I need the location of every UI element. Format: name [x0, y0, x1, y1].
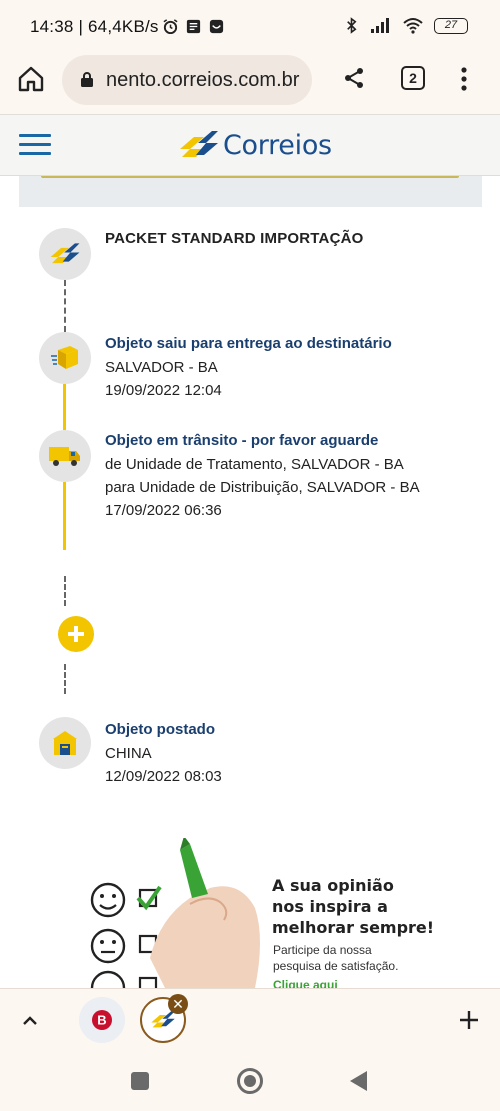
- banner-headline: A sua opinião: [272, 876, 394, 895]
- recents-button[interactable]: [131, 1072, 149, 1090]
- truck-icon: [39, 430, 91, 482]
- app-icon: [209, 19, 224, 34]
- event-location: SALVADOR - BA: [105, 359, 218, 376]
- banner-link[interactable]: Clique aqui: [273, 978, 338, 988]
- home-icon[interactable]: [16, 64, 46, 94]
- expand-events-button[interactable]: [58, 616, 94, 652]
- status-system-icons: 27: [343, 17, 468, 34]
- banner-headline: melhorar sempre!: [272, 918, 435, 937]
- timeline-connector: [64, 576, 66, 606]
- survey-banner[interactable]: A sua opinião nos inspira a melhorar sem…: [80, 838, 440, 988]
- status-notification-icons: [162, 18, 225, 35]
- signal-icon: [371, 18, 389, 33]
- wifi-icon: [403, 18, 423, 34]
- plus-icon: [68, 626, 84, 642]
- event-title: Objeto saiu para entrega ao destinatário: [105, 335, 392, 352]
- event-destination: para Unidade de Distribuição, SALVADOR -…: [105, 479, 420, 496]
- back-button[interactable]: [350, 1071, 367, 1091]
- status-time: 14:38 | 64,4KB/s: [30, 17, 159, 36]
- event-datetime: 17/09/2022 06:36: [105, 502, 222, 519]
- url-text: nento.correios.com.br: [106, 69, 300, 91]
- banner-subtext: Participe da nossa: [273, 943, 372, 957]
- timeline-connector: [64, 280, 66, 332]
- address-bar[interactable]: nento.correios.com.br: [62, 55, 312, 105]
- event-datetime: 19/09/2022 12:04: [105, 382, 222, 399]
- home-button[interactable]: [237, 1068, 263, 1094]
- correios-logo[interactable]: Correios: [178, 127, 332, 163]
- timeline-connector: [63, 482, 66, 550]
- correios-logo-mark-icon: [180, 131, 218, 157]
- tab-switcher-button[interactable]: 2: [401, 66, 425, 90]
- timeline-connector: [64, 664, 66, 694]
- event-title: Objeto em trânsito - por favor aguarde: [105, 432, 379, 449]
- correios-event-icon: [39, 228, 91, 280]
- event-origin: de Unidade de Tratamento, SALVADOR - BA: [105, 456, 404, 473]
- close-tab-icon[interactable]: ✕: [168, 994, 188, 1014]
- survey-illustration-icon: [90, 838, 260, 988]
- banner-headline: nos inspira a: [272, 897, 388, 916]
- banner-subtext: pesquisa de satisfação.: [273, 959, 399, 973]
- post-office-icon: [39, 717, 91, 769]
- logo-text: Correios: [223, 129, 332, 161]
- new-tab-icon[interactable]: [458, 1009, 480, 1031]
- hamburger-menu-icon[interactable]: [19, 134, 51, 156]
- product-title: PACKET STANDARD IMPORTAÇÃO: [105, 230, 364, 247]
- delivery-box-icon: [39, 332, 91, 384]
- tab-thumbnail[interactable]: B: [79, 997, 125, 1043]
- site-header: Correios: [0, 114, 500, 176]
- browser-toolbar: nento.correios.com.br 2: [0, 52, 500, 114]
- event-datetime: 12/09/2022 08:03: [105, 768, 222, 785]
- news-icon: [186, 19, 201, 34]
- battery-icon: 27: [434, 17, 468, 34]
- correios-favicon-icon: [151, 1011, 175, 1028]
- alarm-icon: [163, 19, 178, 35]
- browser-tab-strip: B ✕: [0, 988, 500, 1052]
- share-icon[interactable]: [342, 66, 366, 90]
- svg-text:B: B: [97, 1013, 106, 1028]
- event-title: Objeto postado: [105, 721, 215, 738]
- event-location: CHINA: [105, 745, 152, 762]
- status-bar: 14:38 | 64,4KB/s 27: [0, 0, 500, 52]
- bluetooth-icon: [347, 17, 357, 34]
- lock-icon: [81, 72, 93, 87]
- timeline-connector: [63, 384, 66, 430]
- system-nav-bar: [0, 1052, 500, 1111]
- site-favicon-icon: B: [92, 1010, 112, 1030]
- chevron-up-icon[interactable]: [20, 1011, 40, 1031]
- search-panel-edge: [19, 176, 482, 207]
- overflow-menu-icon[interactable]: [458, 66, 470, 92]
